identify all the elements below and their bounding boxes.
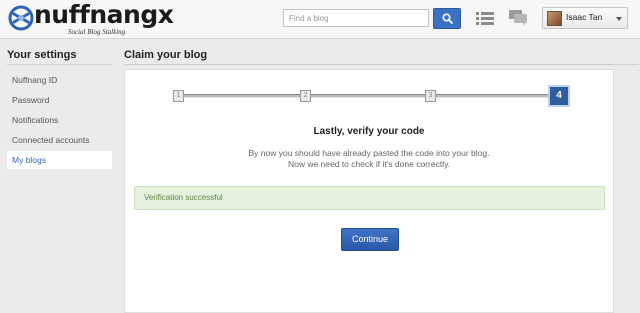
sidebar-item-notifications[interactable]: Notifications bbox=[7, 111, 112, 129]
user-name: Isaac Tan bbox=[566, 12, 603, 22]
search-input[interactable] bbox=[283, 9, 429, 27]
verify-description: By now you should have already pasted th… bbox=[124, 148, 614, 170]
search-button[interactable] bbox=[433, 8, 461, 29]
sidebar-item-connected-accounts[interactable]: Connected accounts bbox=[7, 131, 112, 149]
verify-description-line-2: Now we need to check if it's done correc… bbox=[287, 159, 451, 169]
step-3-marker: 3 bbox=[425, 90, 436, 102]
logo-mark-icon bbox=[8, 5, 34, 31]
chat-icon[interactable] bbox=[509, 9, 528, 26]
search-icon bbox=[441, 13, 453, 24]
user-menu-button[interactable]: Isaac Tan bbox=[542, 7, 628, 29]
step-4-marker-current: 4 bbox=[548, 85, 570, 107]
step-1-marker: 1 bbox=[173, 90, 184, 102]
step-2-marker: 2 bbox=[300, 90, 311, 102]
chevron-down-icon bbox=[616, 17, 622, 21]
verify-description-line-1: By now you should have already pasted th… bbox=[248, 148, 490, 158]
main-divider bbox=[124, 64, 639, 65]
success-alert: Verification successful bbox=[134, 186, 605, 210]
list-icon[interactable] bbox=[475, 10, 495, 26]
logo-text: nuffnangx bbox=[34, 0, 174, 29]
sidebar-item-password[interactable]: Password bbox=[7, 91, 112, 109]
sidebar-divider bbox=[7, 64, 112, 65]
progress-track bbox=[176, 94, 560, 98]
avatar bbox=[547, 11, 562, 26]
logo-tagline: Social Blog Stalking bbox=[68, 28, 126, 36]
sidebar-item-nuffnang-id[interactable]: Nuffnang ID bbox=[7, 71, 112, 89]
sidebar-item-my-blogs[interactable]: My blogs bbox=[7, 151, 112, 169]
top-header: nuffnangx Social Blog Stalking Isaac Tan bbox=[0, 0, 640, 39]
verify-heading: Lastly, verify your code bbox=[313, 126, 425, 137]
nuffnangx-logo[interactable]: nuffnangx Social Blog Stalking bbox=[8, 0, 188, 36]
page-title: Claim your blog bbox=[124, 49, 208, 61]
sidebar-title: Your settings bbox=[7, 49, 77, 61]
continue-button[interactable]: Continue bbox=[341, 228, 399, 251]
